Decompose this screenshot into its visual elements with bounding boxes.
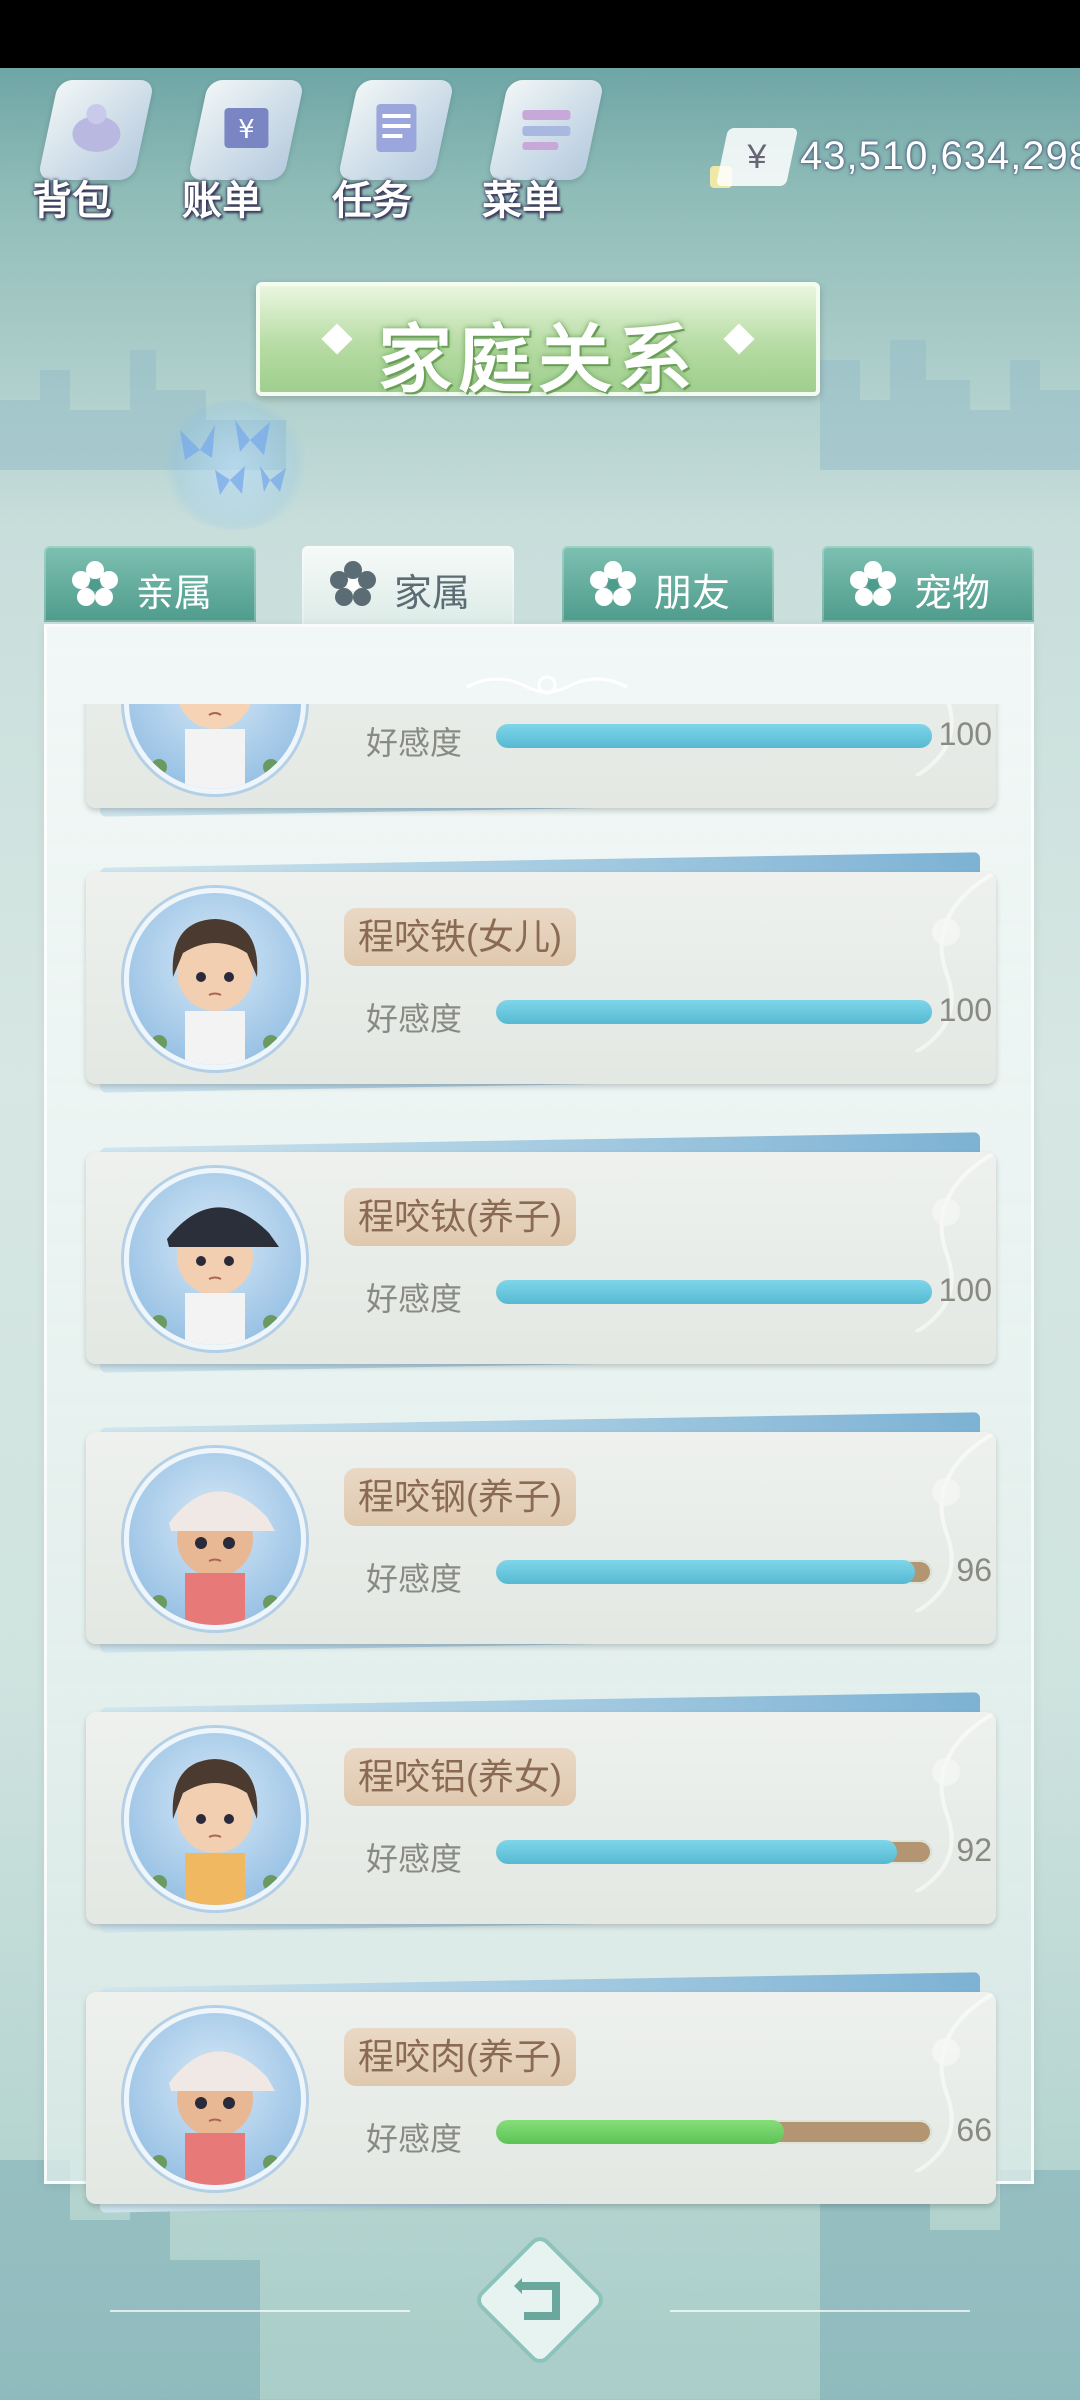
member-name: 程咬钢(养子) <box>344 1468 576 1526</box>
flower-icon <box>590 561 636 606</box>
svg-text:¥: ¥ <box>238 115 255 145</box>
ornament-icon <box>466 675 628 695</box>
menu-icon <box>487 80 605 180</box>
tab-family[interactable]: 家属 <box>302 546 514 626</box>
affection-label: 好感度 <box>366 1281 463 1317</box>
page-title-plate: 家庭关系 <box>256 282 820 401</box>
affection-bar-fill <box>496 1560 915 1584</box>
avatar <box>124 2008 306 2190</box>
member-list[interactable]: 好感度 100 程咬铁(女儿) 好感度 100 程咬钛(养子) 好感度 100 … <box>44 704 1034 2224</box>
affection-bar-fill <box>496 1840 898 1864</box>
tab-pets-label: 宠物 <box>914 573 991 615</box>
tab-family-label: 家属 <box>394 573 471 615</box>
list-item[interactable]: 程咬钢(养子) 好感度 96 <box>86 1412 996 1653</box>
affection-value: 100 <box>938 992 992 1028</box>
back-button[interactable] <box>470 2230 610 2370</box>
tab-bar: 亲属 家属 朋友 宠物 <box>44 546 1034 626</box>
affection-label: 好感度 <box>366 1561 463 1597</box>
tab-relatives[interactable]: 亲属 <box>44 546 256 622</box>
affection-label: 好感度 <box>366 1841 463 1877</box>
flower-icon <box>72 561 118 606</box>
list-item[interactable]: 程咬铁(女儿) 好感度 100 <box>86 852 996 1093</box>
tab-relatives-label: 亲属 <box>136 573 213 615</box>
list-item[interactable]: 程咬肉(养子) 好感度 66 <box>86 1972 996 2213</box>
divider <box>670 2310 970 2312</box>
list-item[interactable]: 程咬钛(养子) 好感度 100 <box>86 1132 996 1373</box>
tab-friends-label: 朋友 <box>654 573 731 615</box>
affection-value: 100 <box>938 716 992 752</box>
member-name: 程咬钛(养子) <box>344 1188 576 1246</box>
yen-icon: ¥ <box>715 128 799 186</box>
page-title: 家庭关系 <box>378 318 698 401</box>
affection-value: 66 <box>956 2112 992 2148</box>
affection-bar-fill <box>496 2120 784 2144</box>
divider <box>110 2310 410 2312</box>
nav-task[interactable]: 任务 <box>320 70 455 223</box>
affection-bar <box>496 1560 932 1584</box>
nav-menu-label: 菜单 <box>482 179 562 223</box>
affection-bar <box>496 1840 932 1864</box>
butterfly-icon <box>180 420 286 495</box>
affection-label: 好感度 <box>366 725 463 761</box>
avatar <box>124 704 306 794</box>
flower-icon <box>330 561 376 606</box>
task-icon <box>337 80 455 180</box>
affection-bar <box>496 724 932 748</box>
money-value: 43,510,634,298 <box>800 134 1080 178</box>
top-nav: 背包 ¥ 账单 任务 菜单 <box>20 70 640 230</box>
avatar <box>124 1168 306 1350</box>
bill-icon: ¥ <box>187 80 305 180</box>
affection-bar-fill <box>496 1000 932 1024</box>
tab-friends[interactable]: 朋友 <box>562 546 774 622</box>
avatar <box>124 1728 306 1910</box>
nav-bag[interactable]: 背包 <box>20 70 155 223</box>
flower-icon <box>850 561 896 606</box>
back-arrow-icon <box>477 2237 603 2363</box>
avatar <box>124 888 306 1070</box>
nav-bag-label: 背包 <box>32 179 112 223</box>
status-bar <box>0 0 1080 68</box>
affection-bar-fill <box>496 1280 932 1304</box>
list-item[interactable]: 好感度 100 <box>86 704 996 817</box>
money-display: ¥ 43,510,634,298 <box>700 128 1080 188</box>
affection-bar <box>496 1000 932 1024</box>
affection-value: 92 <box>956 1832 992 1868</box>
member-name: 程咬肉(养子) <box>344 2028 576 2086</box>
affection-bar <box>496 1280 932 1304</box>
nav-bill-label: 账单 <box>182 179 262 223</box>
affection-label: 好感度 <box>366 2121 463 2157</box>
tab-pets[interactable]: 宠物 <box>822 546 1034 622</box>
member-name: 程咬铁(女儿) <box>344 908 576 966</box>
butterfly-orb[interactable] <box>160 400 310 530</box>
affection-value: 100 <box>938 1272 992 1308</box>
affection-bar <box>496 2120 932 2144</box>
nav-task-label: 任务 <box>332 179 412 223</box>
member-name: 程咬铝(养女) <box>344 1748 576 1806</box>
nav-menu[interactable]: 菜单 <box>470 70 605 223</box>
avatar <box>124 1448 306 1630</box>
nav-bill[interactable]: ¥ 账单 <box>170 70 305 223</box>
affection-bar-fill <box>496 724 932 748</box>
affection-value: 96 <box>956 1552 992 1588</box>
affection-label: 好感度 <box>366 1001 463 1037</box>
bag-icon <box>37 80 155 180</box>
list-item[interactable]: 程咬铝(养女) 好感度 92 <box>86 1692 996 1933</box>
